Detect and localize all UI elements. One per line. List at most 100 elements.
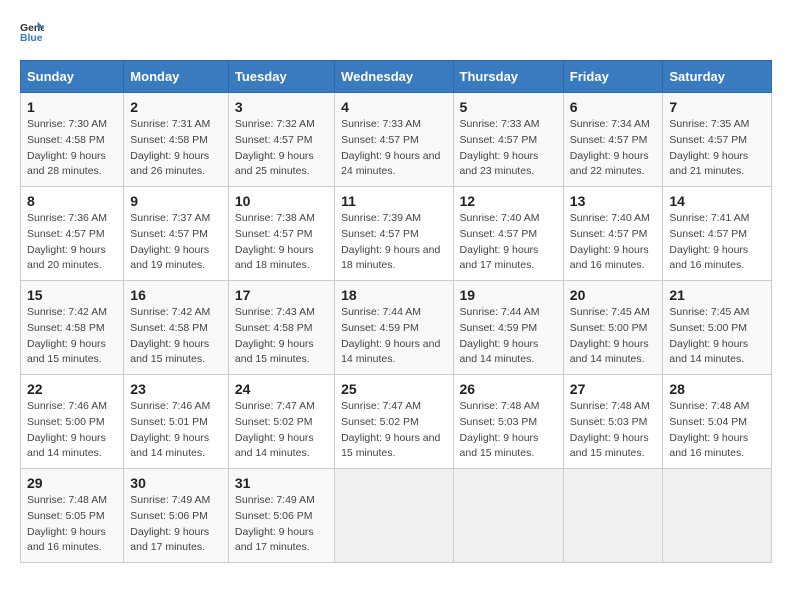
calendar-cell: 31 Sunrise: 7:49 AMSunset: 5:06 PMDaylig… xyxy=(228,469,334,563)
day-info: Sunrise: 7:35 AMSunset: 4:57 PMDaylight:… xyxy=(669,118,749,177)
header-sunday: Sunday xyxy=(21,61,124,93)
day-info: Sunrise: 7:37 AMSunset: 4:57 PMDaylight:… xyxy=(130,212,210,271)
calendar-cell: 7 Sunrise: 7:35 AMSunset: 4:57 PMDayligh… xyxy=(663,93,772,187)
header-wednesday: Wednesday xyxy=(335,61,453,93)
day-info: Sunrise: 7:43 AMSunset: 4:58 PMDaylight:… xyxy=(235,306,315,365)
day-info: Sunrise: 7:46 AMSunset: 5:00 PMDaylight:… xyxy=(27,400,107,459)
calendar-cell xyxy=(563,469,663,563)
calendar-cell: 14 Sunrise: 7:41 AMSunset: 4:57 PMDaylig… xyxy=(663,187,772,281)
header-tuesday: Tuesday xyxy=(228,61,334,93)
day-number: 7 xyxy=(669,99,765,115)
calendar-cell: 29 Sunrise: 7:48 AMSunset: 5:05 PMDaylig… xyxy=(21,469,124,563)
calendar-cell: 25 Sunrise: 7:47 AMSunset: 5:02 PMDaylig… xyxy=(335,375,453,469)
day-info: Sunrise: 7:44 AMSunset: 4:59 PMDaylight:… xyxy=(341,306,440,365)
day-number: 4 xyxy=(341,99,446,115)
week-row-2: 8 Sunrise: 7:36 AMSunset: 4:57 PMDayligh… xyxy=(21,187,772,281)
day-number: 24 xyxy=(235,381,328,397)
calendar-cell: 28 Sunrise: 7:48 AMSunset: 5:04 PMDaylig… xyxy=(663,375,772,469)
day-info: Sunrise: 7:46 AMSunset: 5:01 PMDaylight:… xyxy=(130,400,210,459)
calendar-cell: 26 Sunrise: 7:48 AMSunset: 5:03 PMDaylig… xyxy=(453,375,563,469)
day-info: Sunrise: 7:47 AMSunset: 5:02 PMDaylight:… xyxy=(235,400,315,459)
day-info: Sunrise: 7:48 AMSunset: 5:04 PMDaylight:… xyxy=(669,400,749,459)
calendar-cell: 16 Sunrise: 7:42 AMSunset: 4:58 PMDaylig… xyxy=(124,281,229,375)
day-number: 8 xyxy=(27,193,117,209)
day-info: Sunrise: 7:48 AMSunset: 5:05 PMDaylight:… xyxy=(27,494,107,553)
calendar-cell: 20 Sunrise: 7:45 AMSunset: 5:00 PMDaylig… xyxy=(563,281,663,375)
calendar-cell: 30 Sunrise: 7:49 AMSunset: 5:06 PMDaylig… xyxy=(124,469,229,563)
week-row-1: 1 Sunrise: 7:30 AMSunset: 4:58 PMDayligh… xyxy=(21,93,772,187)
day-number: 1 xyxy=(27,99,117,115)
calendar-cell: 4 Sunrise: 7:33 AMSunset: 4:57 PMDayligh… xyxy=(335,93,453,187)
calendar-cell xyxy=(663,469,772,563)
day-info: Sunrise: 7:33 AMSunset: 4:57 PMDaylight:… xyxy=(341,118,440,177)
day-number: 12 xyxy=(460,193,557,209)
header-saturday: Saturday xyxy=(663,61,772,93)
day-number: 29 xyxy=(27,475,117,491)
day-info: Sunrise: 7:45 AMSunset: 5:00 PMDaylight:… xyxy=(669,306,749,365)
day-info: Sunrise: 7:45 AMSunset: 5:00 PMDaylight:… xyxy=(570,306,650,365)
calendar-cell xyxy=(453,469,563,563)
day-info: Sunrise: 7:48 AMSunset: 5:03 PMDaylight:… xyxy=(570,400,650,459)
day-number: 28 xyxy=(669,381,765,397)
day-info: Sunrise: 7:42 AMSunset: 4:58 PMDaylight:… xyxy=(27,306,107,365)
logo-icon: General Blue xyxy=(20,20,44,44)
calendar-cell: 22 Sunrise: 7:46 AMSunset: 5:00 PMDaylig… xyxy=(21,375,124,469)
calendar-cell: 6 Sunrise: 7:34 AMSunset: 4:57 PMDayligh… xyxy=(563,93,663,187)
calendar-cell xyxy=(335,469,453,563)
day-number: 31 xyxy=(235,475,328,491)
week-row-3: 15 Sunrise: 7:42 AMSunset: 4:58 PMDaylig… xyxy=(21,281,772,375)
calendar-cell: 10 Sunrise: 7:38 AMSunset: 4:57 PMDaylig… xyxy=(228,187,334,281)
day-info: Sunrise: 7:40 AMSunset: 4:57 PMDaylight:… xyxy=(570,212,650,271)
calendar-cell: 8 Sunrise: 7:36 AMSunset: 4:57 PMDayligh… xyxy=(21,187,124,281)
calendar-cell: 17 Sunrise: 7:43 AMSunset: 4:58 PMDaylig… xyxy=(228,281,334,375)
calendar-cell: 24 Sunrise: 7:47 AMSunset: 5:02 PMDaylig… xyxy=(228,375,334,469)
header-friday: Friday xyxy=(563,61,663,93)
calendar-table: SundayMondayTuesdayWednesdayThursdayFrid… xyxy=(20,60,772,563)
day-info: Sunrise: 7:33 AMSunset: 4:57 PMDaylight:… xyxy=(460,118,540,177)
day-number: 11 xyxy=(341,193,446,209)
day-info: Sunrise: 7:40 AMSunset: 4:57 PMDaylight:… xyxy=(460,212,540,271)
day-info: Sunrise: 7:38 AMSunset: 4:57 PMDaylight:… xyxy=(235,212,315,271)
header-thursday: Thursday xyxy=(453,61,563,93)
day-number: 25 xyxy=(341,381,446,397)
day-info: Sunrise: 7:36 AMSunset: 4:57 PMDaylight:… xyxy=(27,212,107,271)
day-number: 27 xyxy=(570,381,657,397)
day-info: Sunrise: 7:30 AMSunset: 4:58 PMDaylight:… xyxy=(27,118,107,177)
calendar-cell: 19 Sunrise: 7:44 AMSunset: 4:59 PMDaylig… xyxy=(453,281,563,375)
day-number: 13 xyxy=(570,193,657,209)
day-number: 2 xyxy=(130,99,222,115)
calendar-cell: 27 Sunrise: 7:48 AMSunset: 5:03 PMDaylig… xyxy=(563,375,663,469)
day-number: 17 xyxy=(235,287,328,303)
day-info: Sunrise: 7:31 AMSunset: 4:58 PMDaylight:… xyxy=(130,118,210,177)
calendar-cell: 11 Sunrise: 7:39 AMSunset: 4:57 PMDaylig… xyxy=(335,187,453,281)
day-number: 6 xyxy=(570,99,657,115)
day-info: Sunrise: 7:32 AMSunset: 4:57 PMDaylight:… xyxy=(235,118,315,177)
calendar-header: SundayMondayTuesdayWednesdayThursdayFrid… xyxy=(21,61,772,93)
day-number: 21 xyxy=(669,287,765,303)
week-row-4: 22 Sunrise: 7:46 AMSunset: 5:00 PMDaylig… xyxy=(21,375,772,469)
calendar-cell: 13 Sunrise: 7:40 AMSunset: 4:57 PMDaylig… xyxy=(563,187,663,281)
calendar-cell: 15 Sunrise: 7:42 AMSunset: 4:58 PMDaylig… xyxy=(21,281,124,375)
day-info: Sunrise: 7:49 AMSunset: 5:06 PMDaylight:… xyxy=(235,494,315,553)
calendar-cell: 3 Sunrise: 7:32 AMSunset: 4:57 PMDayligh… xyxy=(228,93,334,187)
day-info: Sunrise: 7:39 AMSunset: 4:57 PMDaylight:… xyxy=(341,212,440,271)
week-row-5: 29 Sunrise: 7:48 AMSunset: 5:05 PMDaylig… xyxy=(21,469,772,563)
header-row: SundayMondayTuesdayWednesdayThursdayFrid… xyxy=(21,61,772,93)
day-info: Sunrise: 7:47 AMSunset: 5:02 PMDaylight:… xyxy=(341,400,440,459)
day-number: 26 xyxy=(460,381,557,397)
day-number: 30 xyxy=(130,475,222,491)
day-number: 20 xyxy=(570,287,657,303)
calendar-body: 1 Sunrise: 7:30 AMSunset: 4:58 PMDayligh… xyxy=(21,93,772,563)
day-number: 5 xyxy=(460,99,557,115)
day-info: Sunrise: 7:34 AMSunset: 4:57 PMDaylight:… xyxy=(570,118,650,177)
day-number: 18 xyxy=(341,287,446,303)
header: General Blue xyxy=(20,20,772,44)
day-info: Sunrise: 7:48 AMSunset: 5:03 PMDaylight:… xyxy=(460,400,540,459)
day-number: 3 xyxy=(235,99,328,115)
day-number: 15 xyxy=(27,287,117,303)
day-number: 9 xyxy=(130,193,222,209)
calendar-cell: 21 Sunrise: 7:45 AMSunset: 5:00 PMDaylig… xyxy=(663,281,772,375)
calendar-cell: 18 Sunrise: 7:44 AMSunset: 4:59 PMDaylig… xyxy=(335,281,453,375)
svg-text:Blue: Blue xyxy=(20,33,43,44)
day-info: Sunrise: 7:44 AMSunset: 4:59 PMDaylight:… xyxy=(460,306,540,365)
